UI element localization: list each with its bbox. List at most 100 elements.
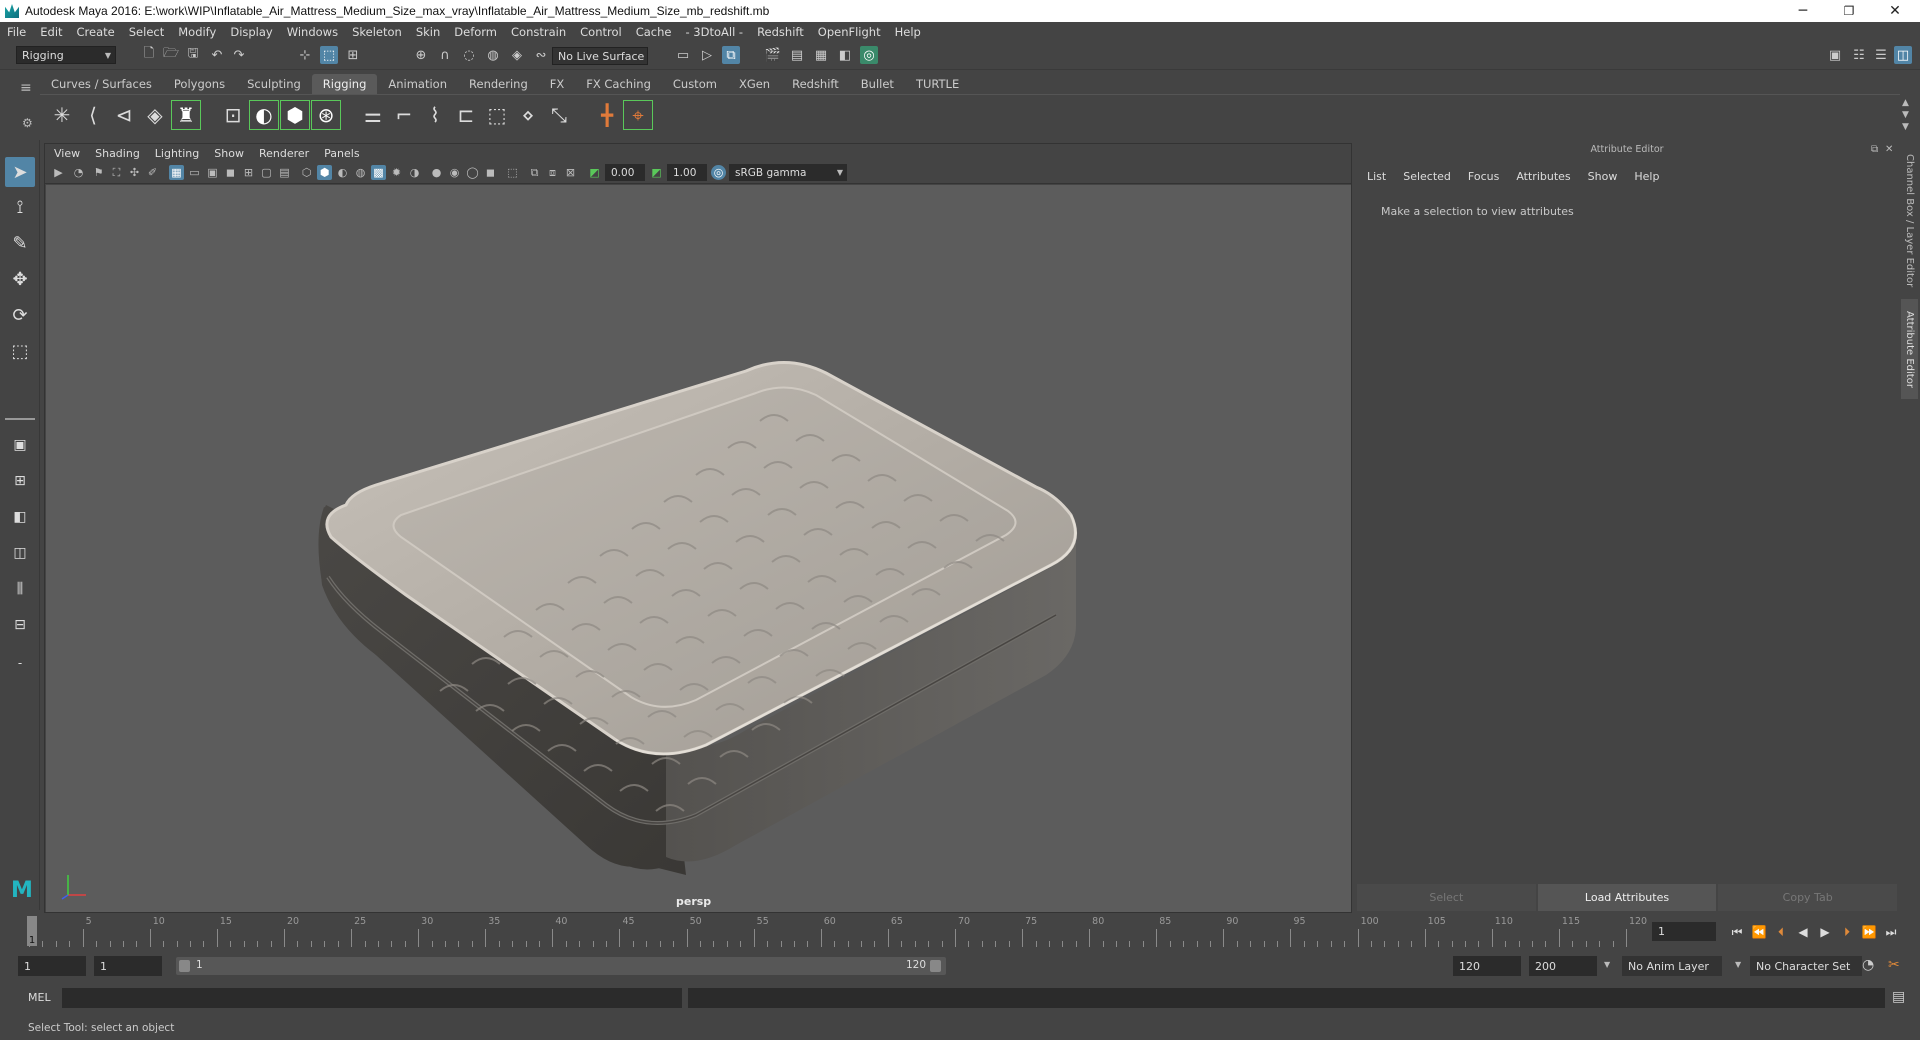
close-button[interactable]: ✕ [1872,0,1918,22]
script-language-toggle[interactable]: MEL [28,991,51,1004]
output-ops-icon[interactable]: ▷ [698,46,716,64]
menu-skeleton[interactable]: Skeleton [345,25,409,39]
select-tool-icon[interactable]: ➤ [5,157,35,187]
maya-home-icon[interactable]: M [6,875,38,905]
parent-constraint-icon[interactable]: ⌖ [623,100,653,130]
persp-graph-layout-icon[interactable]: ◫ [5,538,35,568]
menu-control[interactable]: Control [573,25,629,39]
live-surface-field[interactable]: No Live Surface [552,47,648,65]
viewport-menu-view[interactable]: View [54,147,80,160]
save-scene-icon[interactable]: 🖫 [184,46,202,64]
ik-handle-icon[interactable]: ⚌ [358,100,388,130]
paint-select-tool-icon[interactable]: ✎ [5,228,35,258]
shelf-menu-icon[interactable]: ≡ [20,80,32,96]
use-all-lights-icon[interactable]: ✹ [389,165,404,180]
layout-options-icon[interactable]: - [5,648,35,678]
bookmark-icon[interactable]: ⚑ [91,165,106,180]
anim-layer-dropdown[interactable]: No Anim Layer [1622,956,1722,976]
menu-edit[interactable]: Edit [33,25,69,39]
ae-menu-show[interactable]: Show [1588,170,1618,183]
shelf-tab-bullet[interactable]: Bullet [850,74,905,94]
load-attributes-button[interactable]: Load Attributes [1537,884,1717,911]
menu-constrain[interactable]: Constrain [504,25,573,39]
grid-icon[interactable]: ▦ [169,165,184,180]
select-hierarchy-icon[interactable]: ⊹ [296,46,314,64]
snap-surface-icon[interactable]: ◈ [508,46,526,64]
gate-mask-icon[interactable]: ◼ [223,165,238,180]
shelf-tab-xgen[interactable]: XGen [728,74,781,94]
render-settings-icon[interactable]: ▦ [812,46,830,64]
menu-windows[interactable]: Windows [280,25,345,39]
attribute-editor-toggle-icon[interactable]: ☷ [1850,46,1868,64]
lasso-tool-icon[interactable]: ⟟ [5,192,35,222]
range-end-handle[interactable] [930,960,941,972]
character-set-dropdown[interactable]: No Character Set [1750,956,1862,976]
gamma-icon[interactable]: ◩ [649,165,664,180]
current-frame-field[interactable]: 1 [1652,922,1716,941]
range-start-handle[interactable] [179,960,190,972]
insert-joint-icon[interactable]: ⟨ [78,100,108,130]
animation-end-field[interactable]: 200 [1529,956,1597,976]
ae-menu-help[interactable]: Help [1634,170,1659,183]
snap-edge-icon[interactable]: ∾ [532,46,550,64]
motion-blur-icon[interactable]: ◉ [447,165,462,180]
current-time-indicator[interactable]: 1 [27,916,37,946]
play-forwards-icon[interactable]: ▶ [1816,923,1834,941]
animation-start-field[interactable]: 1 [18,956,86,976]
view-transform-dropdown[interactable]: sRGB gamma ▼ [729,164,847,181]
shelf-tab-rendering[interactable]: Rendering [458,74,539,94]
quick-rig-icon[interactable]: ♜ [171,100,201,130]
shelf-tab-curves-surfaces[interactable]: Curves / Surfaces [40,74,163,94]
channel-box-tab[interactable]: Channel Box / Layer Editor [1901,151,1918,291]
menu-cache[interactable]: Cache [629,25,679,39]
menu-redshift[interactable]: Redshift [750,25,811,39]
image-plane-icon[interactable]: ⛶ [109,165,124,180]
color-management-icon[interactable]: ◎ [711,165,726,180]
float-panel-icon[interactable]: ⧉ [1871,144,1878,155]
cluster-icon[interactable]: ⌇ [420,100,450,130]
film-gate-icon[interactable]: ▭ [187,165,202,180]
shelf-tab-animation[interactable]: Animation [377,74,458,94]
select-camera-icon[interactable]: ▶ [51,165,66,180]
ik-spline-icon[interactable]: ⌐ [389,100,419,130]
field-chart-icon[interactable]: ⊞ [241,165,256,180]
select-component-icon[interactable]: ⊞ [344,46,362,64]
minimize-button[interactable]: ─ [1780,0,1826,22]
shelf-tab-custom[interactable]: Custom [662,74,728,94]
play-backwards-icon[interactable]: ◀ [1794,923,1812,941]
safe-title-icon[interactable]: ▤ [277,165,292,180]
menu-help[interactable]: Help [888,25,928,39]
redshift-render-view-icon[interactable]: ◎ [860,46,878,64]
menu-modify[interactable]: Modify [171,25,223,39]
new-scene-icon[interactable]: 🗋 [140,46,158,64]
open-scene-icon[interactable]: 🗁 [162,46,180,64]
wrap-icon[interactable]: ⬚ [482,100,512,130]
soft-mod-icon[interactable]: ⋄ [513,100,543,130]
menu-3dtoall[interactable]: - 3DtoAll - [678,25,750,39]
menu-create[interactable]: Create [70,25,122,39]
shelf-tab-polygons[interactable]: Polygons [163,74,236,94]
node-editor-layout-icon[interactable]: ⊟ [5,610,35,640]
camera-attributes-icon[interactable]: ◔ [71,165,86,180]
anti-aliasing-icon[interactable]: ◯ [465,165,480,180]
range-slider[interactable]: 1 120 [176,957,946,975]
tool-settings-toggle-icon[interactable]: ☰ [1872,46,1890,64]
default-material-icon[interactable]: ◐ [335,165,350,180]
menu-deform[interactable]: Deform [447,25,504,39]
input-ops-icon[interactable]: ▭ [674,46,692,64]
step-forward-frame-icon[interactable]: ⏩ [1860,923,1878,941]
go-to-start-icon[interactable]: ⏮ [1728,923,1746,941]
lattice-icon[interactable]: ⊏ [451,100,481,130]
chevron-down-icon[interactable]: ▼ [1735,960,1741,969]
menu-select[interactable]: Select [122,25,171,39]
hypershade-icon[interactable]: ◧ [836,46,854,64]
script-editor-icon[interactable]: ▤ [1892,989,1905,1005]
gamma-field[interactable]: 1.00 [667,164,707,181]
shelf-tab-rigging[interactable]: Rigging [311,74,378,94]
textured-icon[interactable]: ▩ [371,165,386,180]
select-object-icon[interactable]: ⬚ [320,46,338,64]
shelf-tab-fx[interactable]: FX [539,74,576,94]
single-perspective-layout-icon[interactable]: ▣ [5,430,35,460]
playback-start-field[interactable]: 1 [94,956,162,976]
step-back-frame-icon[interactable]: ⏪ [1750,923,1768,941]
